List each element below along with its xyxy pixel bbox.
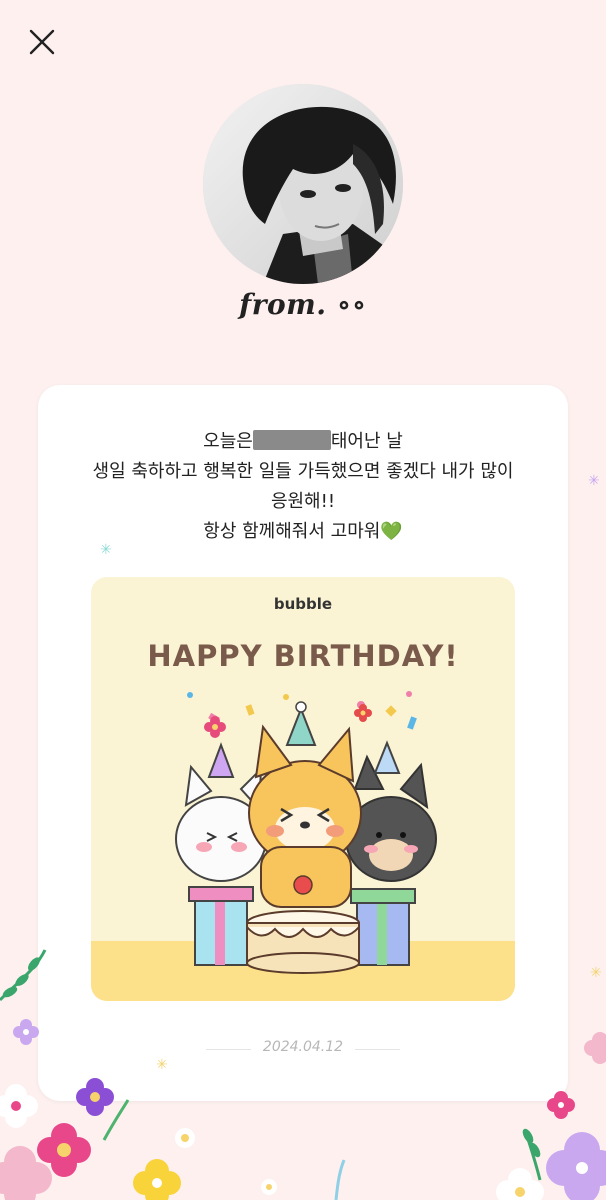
message-card: 오늘은 태어난 날 생일 축하하고 행복한 일들 가득했으면 좋겠다 내가 많이 … [38, 385, 568, 1101]
close-button[interactable] [24, 24, 60, 60]
message-line-1: 오늘은 태어난 날 [78, 427, 528, 457]
message-line-1-end: 태어난 날 [330, 431, 403, 452]
birthday-card-image: bubble HAPPY BIRTHDAY! [91, 577, 515, 1001]
green-heart-icon: 💚 [380, 521, 403, 542]
message-date: 2024.04.12 [262, 1039, 344, 1055]
birthday-banner: HAPPY BIRTHDAY! [147, 639, 459, 673]
message-line-3: 응원해!! [270, 491, 336, 512]
date-row: 2024.04.12 [38, 1039, 568, 1059]
from-label: from. ∘∘ [239, 288, 367, 321]
message-text: 오늘은 태어난 날 생일 축하하고 행복한 일들 가득했으면 좋겠다 내가 많이 … [78, 427, 528, 547]
message-line-4-text: 항상 함께해줘서 고마워 [203, 521, 381, 542]
sparkle-icon: ✳ [588, 473, 600, 489]
message-line-4: 항상 함께해줘서 고마워💚 [78, 517, 528, 547]
bubble-brand-logo: bubble [273, 595, 333, 613]
sparkle-icon: ✳ [156, 1057, 168, 1073]
redacted-name [252, 430, 331, 450]
message-line-2: 생일 축하하고 행복한 일들 가득했으면 좋겠다 내가 많이 [92, 461, 514, 482]
close-icon [29, 29, 55, 55]
date-divider-right [355, 1049, 400, 1050]
sparkle-icon: ✳ [100, 542, 112, 558]
sparkle-icon: ✳ [590, 965, 602, 981]
sender-avatar [203, 84, 403, 284]
message-line-1-start: 오늘은 [203, 431, 253, 452]
